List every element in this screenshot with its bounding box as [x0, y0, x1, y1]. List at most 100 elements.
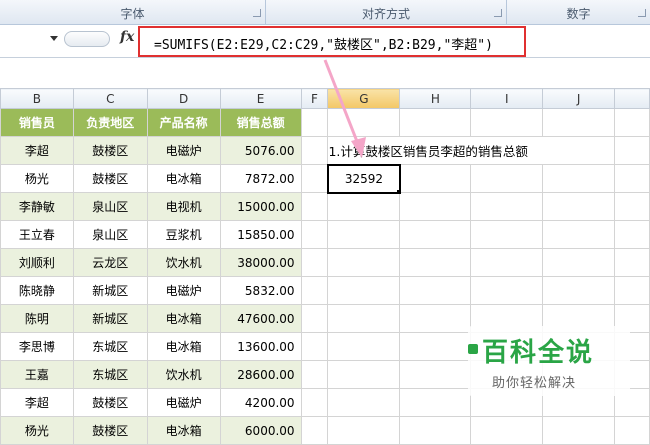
cell[interactable] — [300, 192, 329, 221]
cell[interactable] — [470, 164, 544, 193]
cell[interactable]: 13600.00 — [219, 332, 302, 361]
column-header-i[interactable]: I — [470, 88, 544, 109]
column-header-j[interactable]: J — [542, 88, 616, 109]
chevron-down-icon[interactable] — [50, 36, 58, 41]
cell[interactable] — [300, 304, 329, 333]
cell[interactable] — [614, 164, 650, 193]
name-box[interactable] — [0, 30, 60, 48]
cell[interactable] — [300, 164, 329, 193]
cell[interactable]: 鼓楼区 — [72, 164, 148, 193]
cell[interactable] — [300, 360, 329, 389]
cell[interactable] — [614, 276, 650, 305]
cell[interactable] — [614, 220, 650, 249]
cell[interactable] — [399, 388, 472, 417]
insert-function-icon[interactable]: fx — [120, 29, 134, 45]
cell[interactable] — [300, 136, 329, 165]
cell[interactable]: 电磁炉 — [146, 136, 221, 165]
cell[interactable]: 李超 — [0, 136, 74, 165]
cell[interactable]: 7872.00 — [219, 164, 302, 193]
cell[interactable]: 新城区 — [72, 304, 148, 333]
cell[interactable] — [470, 220, 544, 249]
cell[interactable] — [614, 248, 650, 277]
cell[interactable]: 云龙区 — [72, 248, 148, 277]
cell[interactable] — [399, 220, 472, 249]
cell[interactable]: 饮水机 — [146, 248, 221, 277]
cell[interactable] — [327, 108, 401, 137]
cell[interactable]: 电视机 — [146, 192, 221, 221]
cell[interactable]: 李超 — [0, 388, 74, 417]
cell[interactable] — [542, 192, 616, 221]
cell[interactable] — [542, 164, 616, 193]
cell[interactable] — [542, 416, 616, 445]
cell[interactable] — [399, 248, 472, 277]
cell[interactable]: 电冰箱 — [146, 332, 221, 361]
cell[interactable] — [542, 220, 616, 249]
cell[interactable] — [614, 416, 650, 445]
font-dialog-launcher-icon[interactable] — [253, 9, 261, 17]
cell[interactable] — [327, 388, 401, 417]
cell[interactable] — [542, 276, 616, 305]
cell[interactable]: 李静敏 — [0, 192, 74, 221]
cell[interactable]: 王立春 — [0, 220, 74, 249]
header-cell[interactable]: 负责地区 — [72, 108, 148, 137]
cell[interactable] — [542, 108, 616, 137]
cell[interactable] — [470, 248, 544, 277]
cell[interactable] — [470, 416, 544, 445]
cell[interactable]: 5832.00 — [219, 276, 302, 305]
cell[interactable]: 新城区 — [72, 276, 148, 305]
cell[interactable]: 饮水机 — [146, 360, 221, 389]
result-cell[interactable]: 32592 — [326, 163, 401, 194]
cell[interactable] — [470, 108, 544, 137]
cell[interactable] — [300, 220, 329, 249]
cell[interactable]: 鼓楼区 — [72, 416, 148, 445]
cell[interactable]: 电冰箱 — [146, 416, 221, 445]
cell[interactable]: 豆浆机 — [146, 220, 221, 249]
cell[interactable] — [614, 136, 650, 165]
column-header-d[interactable]: D — [146, 88, 221, 109]
cell[interactable]: 陈明 — [0, 304, 74, 333]
column-header-k[interactable] — [614, 88, 650, 109]
header-cell[interactable]: 销售员 — [0, 108, 74, 137]
cell[interactable] — [300, 276, 329, 305]
cell[interactable] — [300, 108, 329, 137]
cell[interactable] — [399, 332, 472, 361]
cell[interactable] — [327, 248, 401, 277]
cell[interactable]: 李思博 — [0, 332, 74, 361]
cell[interactable]: 电冰箱 — [146, 164, 221, 193]
cell[interactable] — [399, 304, 472, 333]
cell[interactable] — [300, 416, 329, 445]
formula-input[interactable]: =SUMIFS(E2:E29,C2:C29,"鼓楼区",B2:B29,"李超") — [138, 26, 526, 57]
column-header-g[interactable]: G — [327, 88, 401, 109]
cell[interactable]: 15000.00 — [219, 192, 302, 221]
cell[interactable] — [614, 192, 650, 221]
cell[interactable]: 6000.00 — [219, 416, 302, 445]
cell[interactable]: 东城区 — [72, 360, 148, 389]
cell[interactable]: 泉山区 — [72, 220, 148, 249]
cell[interactable] — [399, 416, 472, 445]
cell[interactable] — [542, 248, 616, 277]
cell[interactable]: 电磁炉 — [146, 388, 221, 417]
cell[interactable] — [470, 276, 544, 305]
cell[interactable]: 泉山区 — [72, 192, 148, 221]
column-header-b[interactable]: B — [0, 88, 74, 109]
cell[interactable]: 28600.00 — [219, 360, 302, 389]
cell[interactable] — [614, 108, 650, 137]
cell[interactable]: 鼓楼区 — [72, 388, 148, 417]
cell[interactable] — [399, 192, 472, 221]
column-header-f[interactable]: F — [300, 88, 329, 109]
cell[interactable] — [300, 388, 329, 417]
cell[interactable]: 东城区 — [72, 332, 148, 361]
cell[interactable]: 38000.00 — [219, 248, 302, 277]
column-header-e[interactable]: E — [219, 88, 302, 109]
cell[interactable] — [327, 416, 401, 445]
header-cell[interactable]: 销售总额 — [219, 108, 302, 137]
cell[interactable] — [399, 276, 472, 305]
cell[interactable] — [327, 276, 401, 305]
cell[interactable]: 5076.00 — [219, 136, 302, 165]
cell[interactable]: 陈晓静 — [0, 276, 74, 305]
cell[interactable]: 4200.00 — [219, 388, 302, 417]
number-dialog-launcher-icon[interactable] — [638, 9, 646, 17]
cell[interactable] — [399, 108, 472, 137]
cell[interactable]: 电磁炉 — [146, 276, 221, 305]
cell[interactable]: 王嘉 — [0, 360, 74, 389]
